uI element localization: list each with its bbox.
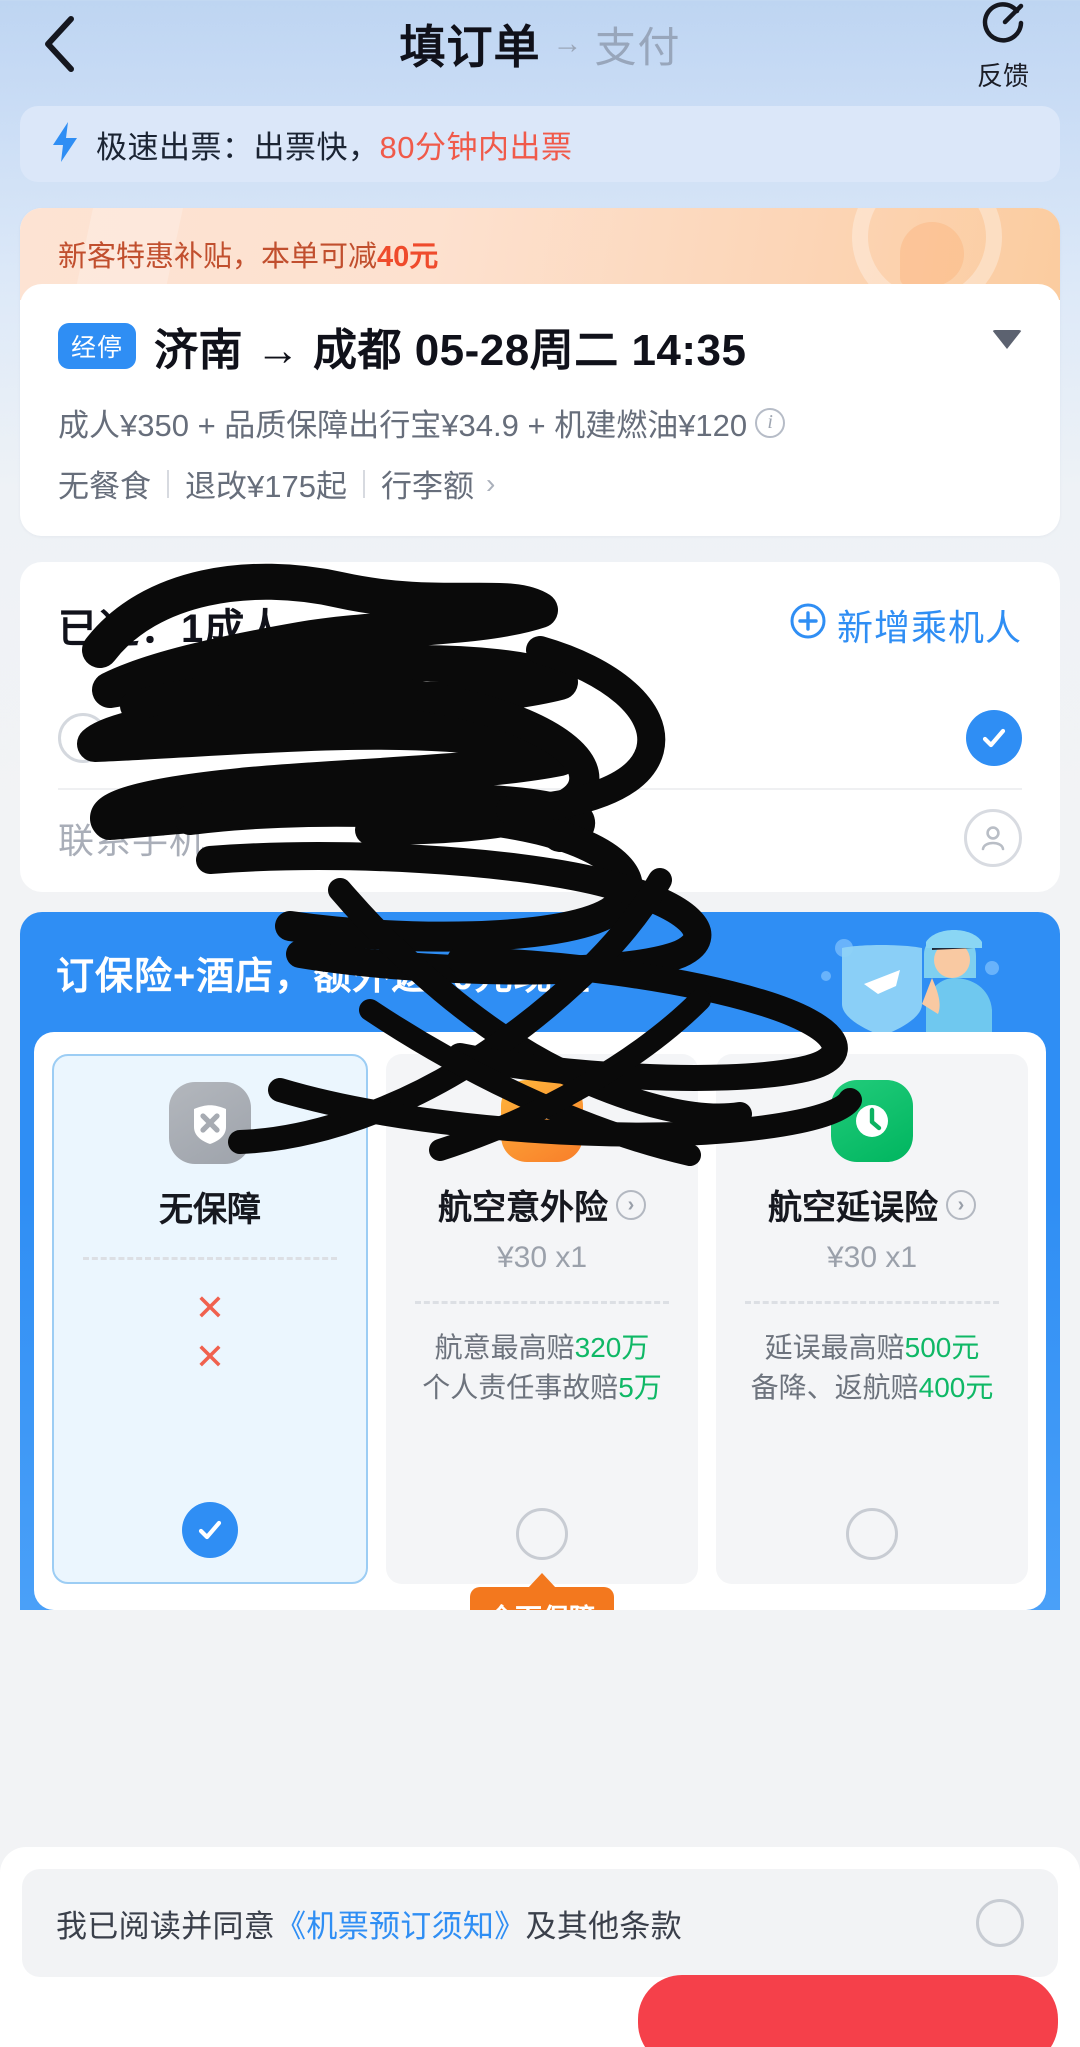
radio-empty-icon[interactable] [516,1508,568,1560]
insurance-option-label: 航空延误险 [768,1189,938,1227]
fast-ticket-prefix: 极速出票：出票快， [96,129,380,165]
price-breakdown-text: 成人¥350 + 品质保障出行宝¥34.9 + 机建燃油¥120 [58,408,748,443]
page-title: 填订单 [399,21,541,73]
contact-phone-row[interactable]: 联系手机 [58,790,1022,886]
flight-card[interactable]: 新客特惠补贴，本单可减40元 经停 济南 → 成都 05-28周二 14:35 … [20,208,1060,536]
plus-circle-icon [789,602,827,649]
meta-refund: 退改¥175起 [185,469,347,504]
cross-mark-icon: ✕ [194,1335,226,1377]
insurance-banner-text: 订保险+酒店，额外返20元现金 [56,955,592,998]
pay-button[interactable] [638,1975,1058,2047]
add-passenger-button[interactable]: 新增乘机人 [789,599,1022,651]
flight-body: 经停 济南 → 成都 05-28周二 14:35 成人¥350 + 品质保障出行… [20,284,1060,536]
insurance-option-delay-insurance[interactable]: 航空延误险 › ¥30 x1 延误最高赔500元 备降、返航赔400元 [716,1054,1028,1584]
check-filled-icon[interactable] [966,710,1022,766]
passenger-row[interactable] [58,688,1022,788]
clock-icon [831,1080,913,1162]
back-button[interactable] [30,14,90,74]
fast-ticket-banner: 极速出票：出票快，80分钟内出票 [20,106,1060,182]
promo-amount: 40元 [377,241,439,273]
shield-bolt-icon [501,1080,583,1162]
insurance-option-desc: 延误最高赔500元 备降、返航赔400元 [751,1328,994,1408]
promo-prefix: 新客特惠补贴，本单可减 [58,241,378,273]
info-icon[interactable]: i [755,407,786,438]
passenger-header: 已选：1成人 新增乘机人 [58,596,1022,654]
insurance-option-radio-wrap [182,1474,238,1558]
step-arrow-icon: → [552,27,583,60]
contact-phone-label: 联系手机 [58,820,207,861]
promo-text: 新客特惠补贴，本单可减40元 [58,233,438,275]
feedback-pen-icon [977,0,1029,55]
route-text: 济南 → 成都 05-28周二 14:35 [154,326,747,375]
insurance-option-no-insurance[interactable]: 无保障 ✕ ✕ [52,1054,368,1584]
insurance-option-label: 航空意外险 [438,1189,608,1227]
chevron-left-icon [40,15,80,73]
shield-x-icon [169,1082,251,1164]
chevron-right-circle-icon[interactable]: › [616,1189,646,1220]
price-breakdown-line: 成人¥350 + 品质保障出行宝¥34.9 + 机建燃油¥120 i [58,400,1022,445]
next-step-label: 支付 [594,23,681,71]
fast-ticket-highlight: 80分钟内出票 [379,129,573,165]
insurance-option-name: 无保障 [159,1182,261,1231]
meta-divider [362,469,365,498]
radio-empty-icon[interactable] [846,1508,898,1560]
insurance-option-radio-wrap [846,1480,898,1560]
terms-radio-icon[interactable] [976,1899,1024,1947]
app-header: 填订单 → 支付 反馈 [0,0,1080,91]
insurance-option-price: ¥30 x1 [826,1241,918,1274]
bottom-action-sheet: 我已阅读并同意《机票预订须知》及其他条款 [0,1847,1080,2047]
dashed-divider [745,1301,999,1304]
insurance-desc-line: 备降、返航赔400元 [750,1371,994,1403]
promo-decoration-drop [900,222,964,286]
insurance-desc-line: 延误最高赔500元 [764,1332,980,1363]
insurance-option-label: 无保障 [159,1191,261,1229]
caret-down-icon[interactable] [992,330,1022,349]
insurance-option-price: ¥30 x1 [496,1241,588,1274]
meta-baggage[interactable]: 行李额 [381,461,474,506]
insurance-option-name: 航空意外险 › [438,1180,646,1229]
insurance-option-desc: ✕ ✕ [195,1284,225,1381]
header-title-group: 填订单 → 支付 [0,0,1080,88]
terms-suffix: 及其他条款 [525,1908,683,1944]
stop-tag: 经停 [58,323,137,369]
full-coverage-badge: 全面保障 [470,1587,614,1610]
check-filled-icon[interactable] [182,1502,238,1558]
selected-passenger-label: 已选：1成人 [58,607,287,651]
lightning-bolt-icon [50,121,80,168]
feedback-label: 反馈 [976,61,1029,91]
insurance-option-name: 航空延误险 › [768,1180,976,1229]
person-circle-icon[interactable] [964,809,1022,867]
insurance-desc-line: 航意最高赔320万 [434,1332,650,1363]
insurance-option-accident-insurance[interactable]: 航空意外险 › ¥30 x1 航意最高赔320万 个人责任事故赔5万 全面保障 [386,1054,698,1610]
passenger-avatar-placeholder [58,713,108,763]
meta-divider [167,469,169,498]
insurance-desc-line: 个人责任事故赔5万 [422,1371,662,1403]
meta-meal: 无餐食 [58,469,151,504]
flight-meta-line: 无餐食 退改¥175起 行李额 › [58,461,1022,506]
route-line: 经停 济南 → 成都 05-28周二 14:35 [58,314,1022,378]
insurance-section: 订保险+酒店，额外返20元现金 无保障 ✕ ✕ 航空意外险 › ¥30 x1 航… [20,912,1060,1610]
terms-agreement-bar[interactable]: 我已阅读并同意《机票预订须知》及其他条款 [22,1869,1058,1977]
terms-prefix: 我已阅读并同意 [56,1908,276,1944]
insurance-option-desc: 航意最高赔320万 个人责任事故赔5万 [422,1328,662,1408]
chevron-right-icon[interactable]: › [486,468,495,500]
fast-ticket-text: 极速出票：出票快，80分钟内出票 [96,122,572,167]
insurance-promo-banner[interactable]: 订保险+酒店，额外返20元现金 [20,912,1060,1036]
insurance-option-radio-wrap [516,1480,568,1560]
terms-text: 我已阅读并同意《机票预订须知》及其他条款 [56,1901,682,1946]
feedback-button[interactable]: 反馈 [948,0,1058,93]
terms-link[interactable]: 《机票预订须知》 [275,1909,525,1944]
add-passenger-label: 新增乘机人 [836,607,1022,648]
dashed-divider [415,1301,669,1304]
dashed-divider [83,1257,337,1260]
insurance-options-card: 无保障 ✕ ✕ 航空意外险 › ¥30 x1 航意最高赔320万 个人责任事故赔… [34,1032,1046,1610]
shield-plane-person-icon [804,918,1014,1036]
chevron-right-circle-icon[interactable]: › [946,1189,976,1220]
cross-mark-icon: ✕ [194,1287,226,1328]
passenger-card: 已选：1成人 新增乘机人 联系手机 [20,562,1060,892]
